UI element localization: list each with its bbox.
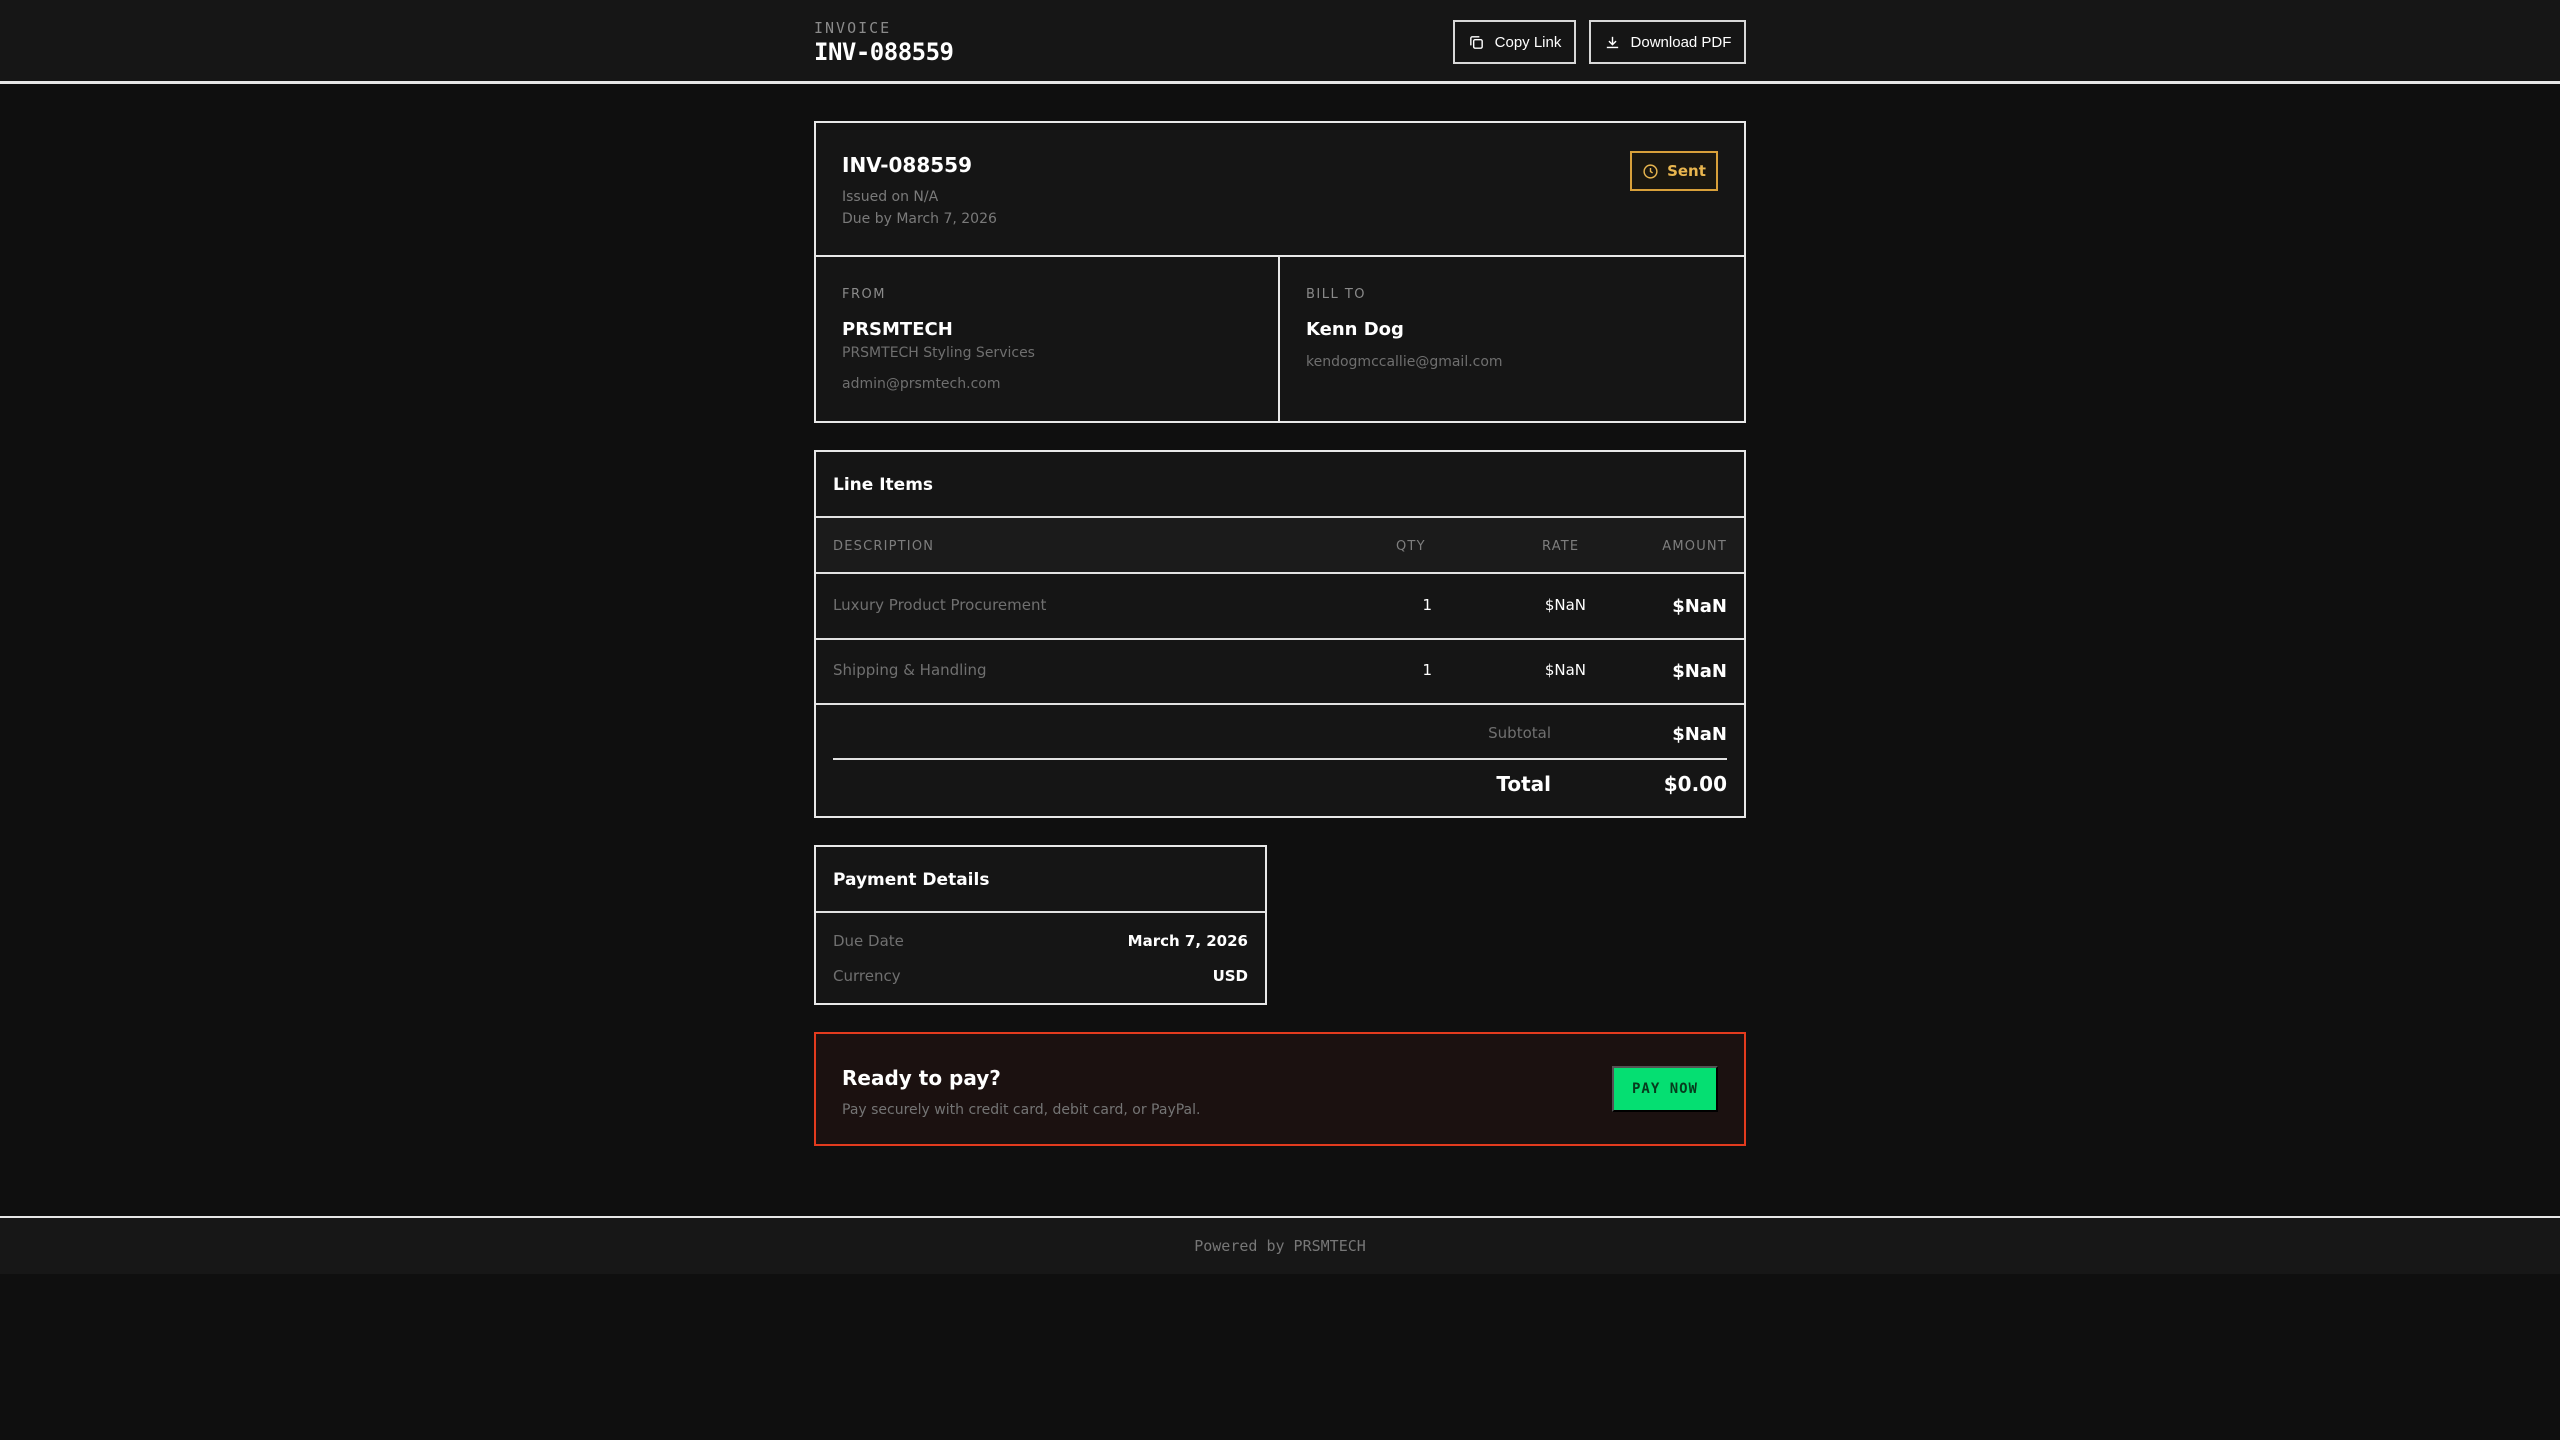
ready-to-pay-banner: Ready to pay? Pay securely with credit c… xyxy=(814,1032,1746,1146)
clock-icon xyxy=(1643,163,1658,179)
from-company: PRSMTECH Styling Services xyxy=(842,345,1035,361)
status-label: Sent xyxy=(1667,162,1706,180)
footer: Powered by PRSMTECH xyxy=(0,1216,2560,1274)
total-divider xyxy=(833,758,1727,760)
bill-to-label: BILL TO xyxy=(1306,287,1367,302)
from-email: admin@prsmtech.com xyxy=(842,376,1001,392)
line-items-card: Line Items DESCRIPTION QTY RATE AMOUNT L… xyxy=(814,450,1746,818)
due-date-value: March 7, 2026 xyxy=(1127,932,1248,950)
from-label: FROM xyxy=(842,287,886,302)
row-qty: 1 xyxy=(1422,661,1432,679)
from-card: FROM PRSMTECH PRSMTECH Styling Services … xyxy=(814,255,1280,423)
row-rate: $NaN xyxy=(1544,596,1586,614)
bill-to-email: kendogmccallie@gmail.com xyxy=(1306,354,1503,370)
subtotal-value: $NaN xyxy=(1672,724,1727,745)
invoice-number: INV-088559 xyxy=(842,153,972,177)
payment-details-title: Payment Details xyxy=(833,870,990,890)
cta-title: Ready to pay? xyxy=(842,1066,1001,1090)
page-kicker: INVOICE xyxy=(814,19,892,37)
bill-to-card: BILL TO Kenn Dog kendogmccallie@gmail.co… xyxy=(1278,255,1746,423)
row-amount: $NaN xyxy=(1672,596,1727,617)
subtotal-label: Subtotal xyxy=(1488,724,1551,742)
from-name: PRSMTECH xyxy=(842,319,953,340)
total-label: Total xyxy=(1496,772,1551,796)
currency-label: Currency xyxy=(833,967,901,985)
column-qty: QTY xyxy=(1396,539,1426,554)
issued-date: Issued on N/A xyxy=(842,189,939,205)
row-rate: $NaN xyxy=(1544,661,1586,679)
line-items-title: Line Items xyxy=(833,475,934,495)
divider xyxy=(816,703,1744,705)
status-badge: Sent xyxy=(1630,151,1718,191)
currency-value: USD xyxy=(1212,967,1248,985)
copy-icon xyxy=(1469,35,1483,49)
row-qty: 1 xyxy=(1422,596,1432,614)
page-title: INV-088559 xyxy=(814,38,954,66)
pay-now-button[interactable]: PAY NOW xyxy=(1612,1066,1718,1112)
invoice-summary-card: INV-088559 Issued on N/A Due by March 7,… xyxy=(814,121,1746,257)
download-pdf-button[interactable]: Download PDF xyxy=(1589,20,1746,64)
row-amount: $NaN xyxy=(1672,661,1727,682)
bill-to-name: Kenn Dog xyxy=(1306,319,1404,340)
copy-link-button[interactable]: Copy Link xyxy=(1453,20,1576,64)
download-icon xyxy=(1606,36,1618,48)
footer-text: Powered by PRSMTECH xyxy=(1194,1237,1366,1255)
top-bar: INVOICE INV-088559 Copy Link Download PD… xyxy=(0,0,2560,84)
row-description: Shipping & Handling xyxy=(833,661,987,679)
cta-subtitle: Pay securely with credit card, debit car… xyxy=(842,1102,1201,1118)
download-pdf-label: Download PDF xyxy=(1630,33,1732,51)
table-row: Shipping & Handling 1 $NaN $NaN xyxy=(816,640,1744,704)
row-description: Luxury Product Procurement xyxy=(833,596,1047,614)
payment-details-card: Payment Details Due Date March 7, 2026 C… xyxy=(814,845,1267,1005)
column-amount: AMOUNT xyxy=(1662,539,1727,554)
due-date-text: Due by March 7, 2026 xyxy=(842,211,997,227)
table-row: Luxury Product Procurement 1 $NaN $NaN xyxy=(816,574,1744,638)
due-date-label: Due Date xyxy=(833,932,904,950)
total-value: $0.00 xyxy=(1663,772,1727,796)
column-rate: RATE xyxy=(1542,539,1580,554)
copy-link-label: Copy Link xyxy=(1494,33,1562,51)
column-description: DESCRIPTION xyxy=(833,539,935,554)
divider xyxy=(816,911,1265,913)
table-header: DESCRIPTION QTY RATE AMOUNT xyxy=(816,518,1744,572)
